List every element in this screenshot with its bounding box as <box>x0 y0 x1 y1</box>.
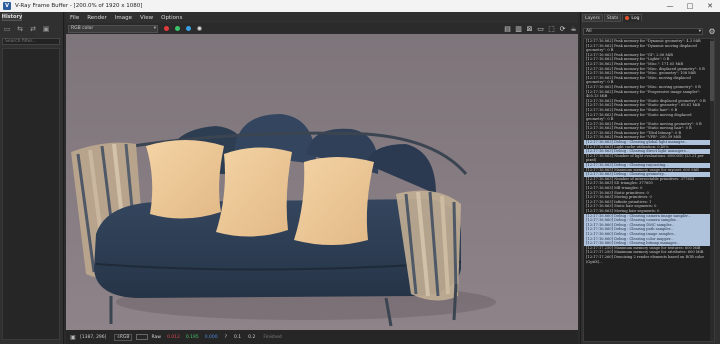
tab-log-label: Log <box>631 15 640 21</box>
right-panel-tabs: Layers Stats Log <box>582 14 643 22</box>
render-status: Finished <box>263 334 282 340</box>
log-line: [12:17:16.863] Number of light evaluatio… <box>586 153 704 158</box>
rendered-sofa-image <box>66 34 578 330</box>
save-all-icon[interactable]: ▥ <box>514 24 523 33</box>
red-value: 0.012 <box>166 334 180 340</box>
green-channel-toggle[interactable] <box>175 26 180 31</box>
maximize-button[interactable]: □ <box>680 0 700 12</box>
menu-view[interactable]: View <box>136 15 157 21</box>
tab-stats[interactable]: Stats <box>603 14 622 22</box>
blue-value: 0.000 <box>204 334 218 340</box>
history-search-input[interactable]: Search filter... <box>2 38 60 45</box>
menu-render[interactable]: Render <box>83 15 111 21</box>
status-bar: ▣ [1387, 296] sRGB Raw 0.012 0.195 0.000… <box>66 330 578 344</box>
start-render-icon[interactable]: ☕ <box>569 24 578 33</box>
tab-layers[interactable]: Layers <box>582 14 603 22</box>
history-panel: History ▭ ⇆ ⇄ ▣ Search filter... <box>0 12 64 344</box>
log-indicator-icon <box>625 16 630 20</box>
log-scrollbar[interactable] <box>710 39 714 341</box>
right-pillow <box>294 157 374 245</box>
history-tab[interactable]: History <box>2 13 22 21</box>
tab-log[interactable]: Log <box>622 14 643 22</box>
log-line: [12:17:17.260] Denoising 2 render elemen… <box>586 254 705 259</box>
log-view[interactable]: [12:17:16.862] Peak memory for "Dynamic … <box>583 38 715 342</box>
green-value: 0.195 <box>185 334 199 340</box>
pixel-info-icon[interactable]: ▣ <box>69 333 77 341</box>
menu-file[interactable]: File <box>66 15 83 21</box>
gear-icon[interactable]: ⚙ <box>707 26 717 36</box>
hsv-h-value: ? <box>224 334 227 340</box>
log-line: (OptiX)... <box>586 259 603 264</box>
vfb-toolbar: RGB color ▾ ▤ ▥ ⊠ ▭ ⬚ ⟳ ☕ <box>66 23 578 34</box>
chevron-down-icon: ▾ <box>153 25 156 31</box>
region-render-icon[interactable]: ▭ <box>536 24 545 33</box>
history-list <box>2 48 60 340</box>
chevron-down-icon: ▾ <box>698 29 701 34</box>
ipr-render-icon[interactable]: ⟳ <box>558 24 567 33</box>
log-line: [12:17:16.862] Peak memory for "Misc. mo… <box>586 84 701 89</box>
window-title: V-Ray Frame Buffer - [200.0% of 1920 x 1… <box>15 3 143 9</box>
delete-history-icon[interactable]: ▣ <box>41 24 51 34</box>
hsv-s-value: 0.1 <box>234 334 242 340</box>
menu-options[interactable]: Options <box>157 15 186 21</box>
vray-logo-icon: V <box>3 2 11 10</box>
log-level-select[interactable]: All ▾ <box>583 28 703 35</box>
clear-image-icon[interactable]: ⊠ <box>525 24 534 33</box>
render-viewport[interactable] <box>66 34 578 330</box>
log-scrollbar-thumb[interactable] <box>710 41 714 101</box>
history-toolbar: ▭ ⇆ ⇄ ▣ <box>2 24 51 36</box>
colorspace-label: sRGB <box>114 333 133 341</box>
close-button[interactable]: ✕ <box>700 0 720 12</box>
toolbar-actions: ▤ ▥ ⊠ ▭ ⬚ ⟳ ☕ <box>503 24 578 33</box>
track-mouse-icon[interactable]: ⬚ <box>547 24 556 33</box>
alpha-channel-toggle[interactable] <box>197 26 202 31</box>
compare-history-icon[interactable]: ⇄ <box>28 24 38 34</box>
channel-select-value: RGB color <box>71 25 94 31</box>
log-lines: [12:17:16.862] Peak memory for "Dynamic … <box>584 39 714 264</box>
left-pillow <box>146 140 224 219</box>
hsv-v-value: 0.2 <box>248 334 256 340</box>
window-controls: — □ ✕ <box>660 0 720 12</box>
raw-label: Raw <box>151 334 161 340</box>
log-line: [12:17:16.862] Peak memory for "Dynamic … <box>586 39 701 43</box>
pixel-coords: [1387, 296] <box>80 334 107 340</box>
blue-channel-toggle[interactable] <box>186 26 191 31</box>
channel-select[interactable]: RGB color ▾ <box>68 24 158 33</box>
red-channel-toggle[interactable] <box>164 26 169 31</box>
title-bar: V V-Ray Frame Buffer - [200.0% of 1920 x… <box>0 0 720 12</box>
center-pillow <box>216 147 292 237</box>
save-history-icon[interactable]: ▭ <box>2 24 12 34</box>
menu-bar: File Render Image View Options <box>66 12 578 23</box>
save-image-icon[interactable]: ▤ <box>503 24 512 33</box>
minimize-button[interactable]: — <box>660 0 680 12</box>
color-swatch <box>136 334 149 340</box>
menu-image[interactable]: Image <box>111 15 136 21</box>
load-history-icon[interactable]: ⇆ <box>15 24 25 34</box>
log-level-value: All <box>586 29 592 34</box>
right-panel: Layers Stats Log All ▾ ⚙ [12:17:16.862] … <box>580 12 720 344</box>
